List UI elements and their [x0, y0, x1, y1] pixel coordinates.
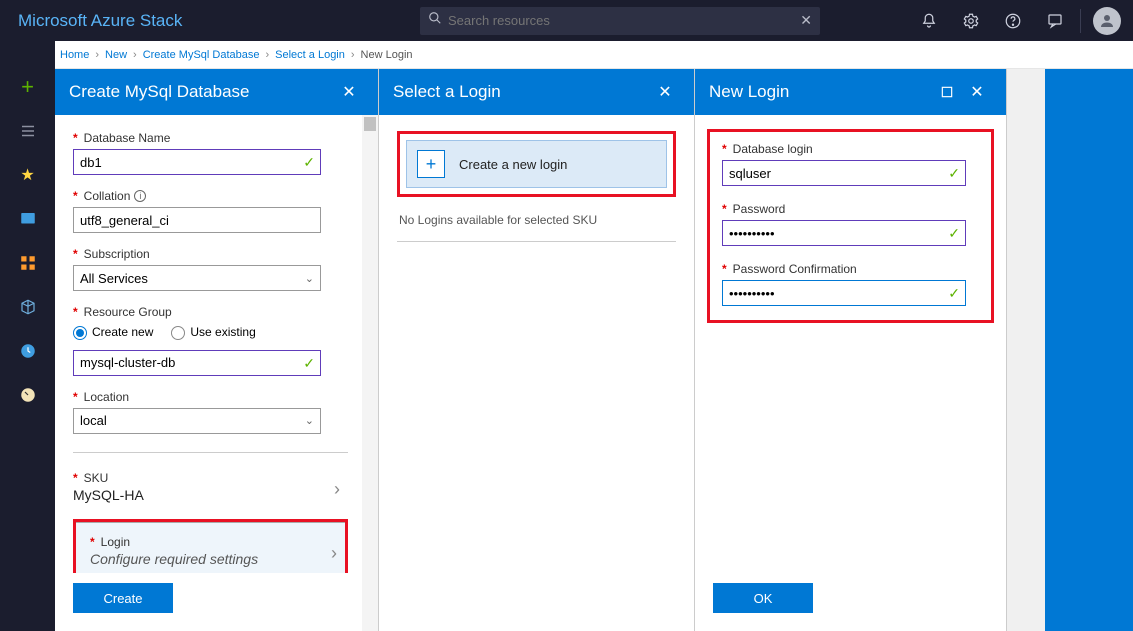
chevron-right-icon: ›	[95, 49, 99, 61]
sidebar-clock-icon[interactable]	[16, 339, 40, 363]
user-avatar[interactable]	[1093, 7, 1121, 35]
blade-new-login: New Login ✕ * Database login ✓ * Password	[695, 69, 1007, 631]
check-icon: ✓	[948, 285, 960, 302]
sidebar-favorites-icon[interactable]: ★	[16, 163, 40, 187]
check-icon: ✓	[303, 355, 315, 372]
blade-title: New Login	[709, 82, 932, 102]
field-label-password-confirm: Password Confirmation	[733, 262, 857, 276]
location-select[interactable]: local ⌄	[73, 408, 321, 434]
sidebar-list-icon[interactable]	[16, 119, 40, 143]
field-label-db-login: Database login	[733, 142, 813, 156]
breadcrumb-new-login: New Login	[361, 49, 413, 61]
sidebar-cube-icon[interactable]	[16, 295, 40, 319]
maximize-icon[interactable]	[932, 69, 962, 115]
close-icon[interactable]: ✕	[650, 69, 680, 115]
top-divider	[1077, 0, 1083, 41]
blade-select-login: Select a Login ✕ + Create a new login No…	[379, 69, 695, 631]
login-value: Configure required settings	[90, 551, 331, 567]
blade-title: Create MySql Database	[69, 82, 334, 102]
ok-button[interactable]: OK	[713, 583, 813, 613]
login-selector[interactable]: * Login Configure required settings ›	[76, 522, 345, 573]
field-label-location: Location	[84, 390, 129, 404]
chevron-right-icon: ›	[133, 49, 137, 61]
breadcrumb-home[interactable]: Home	[60, 49, 89, 61]
clear-search-icon[interactable]: ✕	[800, 12, 812, 29]
sidebar-grid-icon[interactable]	[16, 251, 40, 275]
settings-icon[interactable]	[951, 0, 991, 41]
required-icon: *	[73, 305, 78, 319]
search-box[interactable]: ✕	[420, 7, 820, 35]
field-label-login: Login	[101, 535, 130, 549]
field-label-password: Password	[733, 202, 786, 216]
database-login-input[interactable]	[722, 160, 966, 186]
plus-icon: +	[417, 150, 445, 178]
check-icon: ✓	[948, 225, 960, 242]
blade-title: Select a Login	[393, 82, 650, 102]
radio-create-new[interactable]: Create new	[73, 325, 153, 340]
left-sidebar: + ★	[0, 41, 55, 631]
field-label-collation: Collation	[84, 189, 131, 203]
breadcrumb-new[interactable]: New	[105, 49, 127, 61]
chevron-down-icon: ⌄	[305, 414, 314, 427]
new-login-form-highlight: *Database login ✓ *Password ✓ *P	[707, 129, 994, 323]
required-icon: *	[73, 247, 78, 261]
breadcrumb-select-login[interactable]: Select a Login	[275, 49, 345, 61]
check-icon: ✓	[303, 154, 315, 171]
top-bar: Microsoft Azure Stack ✕	[0, 0, 1133, 41]
required-icon: *	[73, 189, 78, 203]
no-logins-text: No Logins available for selected SKU	[397, 207, 676, 233]
breadcrumb: Home › New › Create MySql Database › Sel…	[0, 41, 1133, 69]
password-input[interactable]	[722, 220, 966, 246]
create-login-highlight: + Create a new login	[397, 131, 676, 197]
sidebar-gauge-icon[interactable]	[16, 383, 40, 407]
field-label-rg: Resource Group	[84, 305, 172, 319]
main-area: Create MySql Database ✕ * Database Name ✓…	[55, 69, 1133, 631]
resource-group-input[interactable]	[73, 350, 321, 376]
help-icon[interactable]	[993, 0, 1033, 41]
check-icon: ✓	[948, 165, 960, 182]
notifications-icon[interactable]	[909, 0, 949, 41]
divider	[397, 241, 676, 242]
password-confirm-input[interactable]	[722, 280, 966, 306]
subscription-value: All Services	[80, 271, 148, 286]
sidebar-new-icon[interactable]: +	[16, 75, 40, 99]
collation-input[interactable]	[73, 207, 321, 233]
info-icon[interactable]: i	[134, 190, 146, 202]
required-icon: *	[73, 471, 78, 485]
sku-selector[interactable]: * SKU MySQL-HA ›	[73, 461, 348, 513]
sku-value: MySQL-HA	[73, 487, 334, 503]
create-button[interactable]: Create	[73, 583, 173, 613]
chevron-down-icon: ⌄	[305, 272, 314, 285]
create-new-login-label: Create a new login	[459, 157, 567, 172]
radio-use-existing[interactable]: Use existing	[171, 325, 255, 340]
required-icon: *	[722, 262, 727, 276]
database-name-input[interactable]	[73, 149, 321, 175]
field-label-subscription: Subscription	[84, 247, 150, 261]
required-icon: *	[722, 142, 727, 156]
location-value: local	[80, 413, 107, 428]
subscription-select[interactable]: All Services ⌄	[73, 265, 321, 291]
search-icon	[428, 11, 442, 30]
sidebar-dashboard-icon[interactable]	[16, 207, 40, 231]
divider	[73, 452, 348, 453]
field-label-db-name: Database Name	[84, 131, 171, 145]
create-new-login-button[interactable]: + Create a new login	[406, 140, 667, 188]
chevron-right-icon: ›	[265, 49, 269, 61]
required-icon: *	[722, 202, 727, 216]
brand-title: Microsoft Azure Stack	[0, 11, 420, 31]
chevron-right-icon: ›	[331, 535, 337, 564]
search-input[interactable]	[442, 13, 800, 28]
close-icon[interactable]: ✕	[962, 69, 992, 115]
breadcrumb-create-db[interactable]: Create MySql Database	[143, 49, 260, 61]
chevron-right-icon: ›	[351, 49, 355, 61]
feedback-icon[interactable]	[1035, 0, 1075, 41]
required-icon: *	[90, 535, 95, 549]
chevron-right-icon: ›	[334, 471, 340, 500]
required-icon: *	[73, 390, 78, 404]
required-icon: *	[73, 131, 78, 145]
blade-create-mysql: Create MySql Database ✕ * Database Name ✓…	[55, 69, 379, 631]
field-label-sku: SKU	[84, 471, 109, 485]
close-icon[interactable]: ✕	[334, 69, 364, 115]
journey-edge	[1045, 69, 1133, 631]
